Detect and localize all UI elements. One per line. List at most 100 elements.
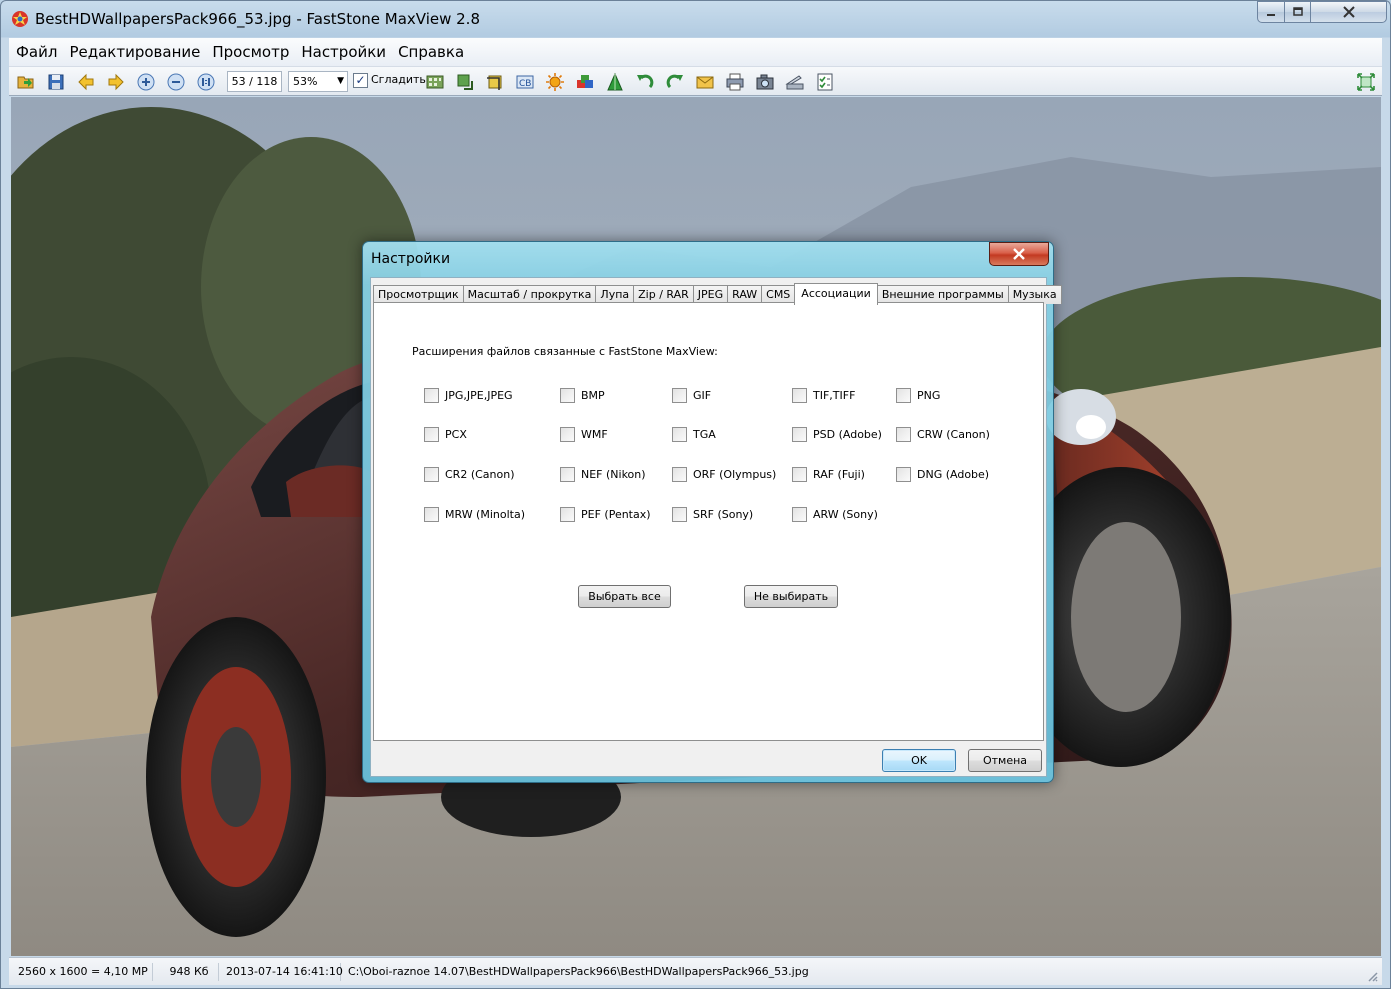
select-all-button[interactable]: Выбрать все [578,585,671,608]
resize-button[interactable] [454,71,476,93]
email-button[interactable] [694,71,716,93]
colors-button[interactable] [574,71,596,93]
assoc-label: ARW (Sony) [813,507,878,521]
rotate-left-button[interactable] [634,71,656,93]
actual-size-button[interactable] [195,71,217,93]
checkbox-box[interactable] [424,426,439,442]
assoc-checkbox[interactable]: MRW (Minolta) [424,506,525,522]
assoc-checkbox[interactable]: BMP [560,387,605,403]
print-button[interactable] [724,71,746,93]
ok-button[interactable]: OK [882,749,956,772]
sharpen-button[interactable] [604,71,626,93]
settings-button[interactable] [814,71,836,93]
assoc-label: PSD (Adobe) [813,427,882,441]
maximize-button[interactable] [1284,1,1311,23]
checkbox-box[interactable] [424,506,439,522]
checkbox-box[interactable] [896,426,911,442]
resize-grip-icon[interactable] [1366,970,1378,982]
menu-help[interactable]: Справка [392,40,470,64]
checkbox-box[interactable] [560,426,575,442]
select-none-button[interactable]: Не выбирать [744,585,838,608]
assoc-checkbox[interactable]: JPG,JPE,JPEG [424,387,513,403]
checkbox-box[interactable] [560,466,575,482]
assoc-label: PEF (Pentax) [581,507,651,521]
assoc-label: TGA [693,427,716,441]
cancel-button[interactable]: Отмена [968,749,1042,772]
menu-settings[interactable]: Настройки [295,40,392,64]
open-folder-button[interactable] [15,71,37,93]
assoc-label: JPG,JPE,JPEG [445,388,513,402]
associations-panel: Расширения файлов связанные с FastStone … [373,302,1044,741]
assoc-checkbox[interactable]: ARW (Sony) [792,506,878,522]
checkbox-box[interactable] [792,387,807,403]
checkbox-box[interactable] [792,466,807,482]
capture-button[interactable] [754,71,776,93]
assoc-checkbox[interactable]: CRW (Canon) [896,426,990,442]
assoc-label: DNG (Adobe) [917,467,990,481]
dialog-close-button[interactable] [989,242,1049,266]
checkbox-box[interactable] [896,466,911,482]
assoc-checkbox[interactable]: TGA [672,426,716,442]
assoc-label: ORF (Olympus) [693,467,777,481]
window-title: BestHDWallpapersPack966_53.jpg - FastSto… [35,10,480,28]
filmstrip-button[interactable] [424,71,446,93]
checkbox-box[interactable] [560,387,575,403]
checkbox-box[interactable] [792,506,807,522]
assoc-checkbox[interactable]: PSD (Adobe) [792,426,882,442]
save-button[interactable] [45,71,67,93]
tab-associations[interactable]: Ассоциации [794,283,878,305]
checkbox-box[interactable] [792,426,807,442]
assoc-checkbox[interactable]: GIF [672,387,711,403]
assoc-checkbox[interactable]: RAF (Fuji) [792,466,865,482]
checkbox-box[interactable] [424,387,439,403]
crop-button[interactable] [484,71,506,93]
checkbox-box[interactable] [560,506,575,522]
assoc-checkbox[interactable]: PEF (Pentax) [560,506,651,522]
fullscreen-button[interactable] [1355,71,1377,93]
crop-icon [487,75,502,90]
assoc-checkbox[interactable]: NEF (Nikon) [560,466,646,482]
color-balance-button[interactable]: CB [514,71,536,93]
scanner-icon [785,75,804,90]
rotate-right-button[interactable] [664,71,686,93]
checkbox-box[interactable] [672,506,687,522]
checkbox-box[interactable] [424,466,439,482]
title-bar[interactable]: BestHDWallpapersPack966_53.jpg - FastSto… [1,1,1390,37]
menu-file[interactable]: Файл [10,40,63,64]
sun-icon [546,73,564,91]
minimize-button[interactable] [1257,1,1285,23]
checkbox-box[interactable] [896,387,911,403]
rotate-left-icon [637,74,654,89]
checkbox-box[interactable] [672,466,687,482]
zoom-level-select[interactable]: 53% ▼ [288,71,348,92]
close-button[interactable] [1310,1,1387,23]
zoom-out-button[interactable] [165,71,187,93]
assoc-checkbox[interactable]: TIF,TIFF [792,387,855,403]
settings-dialog: Настройки Просмотрщик Масштаб / прокрутк… [362,241,1062,783]
checkbox-box[interactable] [672,426,687,442]
next-button[interactable] [105,71,127,93]
settings-tabs: Просмотрщик Масштаб / прокрутка Лупа Zip… [373,283,1062,305]
brightness-button[interactable] [544,71,566,93]
zoom-in-button[interactable] [135,71,157,93]
assoc-checkbox[interactable]: PCX [424,426,467,442]
assoc-checkbox[interactable]: CR2 (Canon) [424,466,515,482]
smooth-checkbox[interactable]: ✓ [353,73,368,88]
chevron-down-icon: ▼ [337,76,344,86]
menu-edit[interactable]: Редактирование [63,40,206,64]
save-icon [48,74,64,90]
menu-view[interactable]: Просмотр [206,40,295,64]
checkbox-box[interactable] [672,387,687,403]
scan-button[interactable] [784,71,806,93]
arrow-left-icon [78,73,94,91]
assoc-checkbox[interactable]: ORF (Olympus) [672,466,776,482]
assoc-checkbox[interactable]: SRF (Sony) [672,506,753,522]
assoc-label: RAF (Fuji) [813,467,865,481]
page-counter-field[interactable]: 53 / 118 [227,71,282,92]
assoc-label: CRW (Canon) [917,427,990,441]
assoc-checkbox[interactable]: DNG (Adobe) [896,466,989,482]
file-date: 2013-07-14 16:41:10 [223,963,343,981]
assoc-checkbox[interactable]: PNG [896,387,940,403]
previous-button[interactable] [75,71,97,93]
assoc-checkbox[interactable]: WMF [560,426,608,442]
